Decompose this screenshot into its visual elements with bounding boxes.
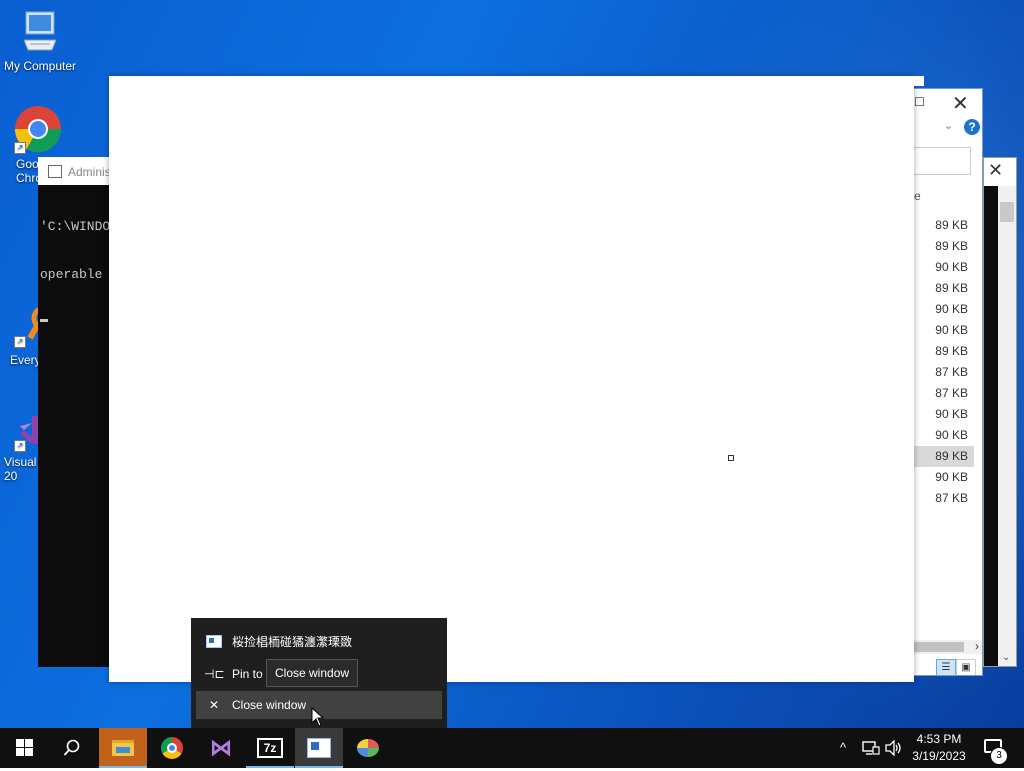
console-titlebar: Adminis	[38, 157, 118, 185]
shortcut-arrow-icon: ↗	[14, 142, 26, 154]
mouse-cursor-icon	[311, 707, 325, 727]
file-size-cell[interactable]: 89 KB	[914, 278, 974, 299]
window-edge	[914, 76, 924, 86]
console-line: operable	[40, 267, 111, 282]
taskbar: ⋈ 7z ^ 4:53 PM 3/19/2023 3	[0, 728, 1024, 768]
file-size-cell[interactable]: 89 KB	[914, 446, 974, 467]
taskbar-app[interactable]	[295, 728, 343, 768]
console-output: 'C:\WINDO operable	[38, 185, 118, 354]
windows-logo-icon	[15, 739, 33, 757]
details-view-icon[interactable]: ☰	[936, 659, 956, 675]
app-window-icon	[307, 737, 331, 758]
search-input[interactable]	[914, 147, 971, 175]
file-size-list: 89 KB 89 KB 90 KB 89 KB 90 KB 90 KB 89 KB 87 KB…	[914, 215, 974, 509]
jumplist-pin-label: Pin to	[232, 667, 263, 681]
close-icon: ✕	[208, 698, 220, 712]
taskbar-paint[interactable]	[344, 728, 392, 768]
console-icon	[48, 165, 62, 178]
scrollbar-thumb[interactable]	[1000, 202, 1014, 222]
folder-icon	[112, 739, 134, 756]
jumplist-close-label: Close window	[232, 698, 307, 712]
chevron-down-icon[interactable]: ⌄	[944, 119, 953, 132]
app-window-icon	[204, 628, 224, 656]
clock-date: 3/19/2023	[912, 749, 966, 763]
visual-studio-icon: ⋈	[210, 735, 232, 760]
maximize-button[interactable]: ☐	[914, 95, 925, 109]
chevron-right-icon[interactable]: ›	[975, 639, 979, 653]
taskbar-file-explorer[interactable]	[99, 728, 147, 768]
console-line: 'C:\WINDO	[40, 219, 111, 234]
file-size-cell[interactable]: 90 KB	[914, 467, 974, 488]
file-size-cell[interactable]: 90 KB	[914, 404, 974, 425]
blank-app-window[interactable]	[109, 76, 924, 682]
explorer-titlebar: ☐ ✕	[914, 89, 982, 117]
close-button[interactable]: ✕	[952, 91, 969, 116]
7zip-icon: 7z	[257, 737, 283, 758]
jumplist-app-name: 桜捡椙栭碰獝瀍瀿瑮敪	[232, 635, 353, 649]
shortcut-arrow-icon: ↗	[14, 440, 26, 452]
background-window[interactable]: ✕ ⌄	[983, 157, 1017, 667]
chrome-icon	[161, 736, 183, 759]
vertical-scrollbar[interactable]	[998, 186, 1016, 666]
taskbar-chrome[interactable]	[148, 728, 196, 768]
jumplist-app-item[interactable]: 桜捡椙栭碰獝瀍瀿瑮敪	[196, 628, 442, 656]
clock-time: 4:53 PM	[916, 732, 962, 746]
network-icon[interactable]	[862, 740, 880, 756]
resize-handle[interactable]	[728, 455, 734, 461]
console-background	[984, 186, 998, 666]
search-icon	[63, 739, 80, 756]
search-button[interactable]	[48, 728, 96, 768]
ribbon-row: ⌄ ?	[914, 117, 982, 139]
notification-count-badge: 3	[990, 747, 1008, 765]
tooltip: Close window	[266, 659, 359, 687]
pin-icon: ⊣⊏	[204, 667, 225, 681]
file-size-cell[interactable]: 90 KB	[914, 320, 974, 341]
desktop-icon-label: My Computer	[3, 59, 77, 73]
column-header-size[interactable]: e	[914, 189, 921, 203]
view-buttons: ☰ ▣	[936, 657, 976, 675]
chevron-down-icon[interactable]: ⌄	[1002, 652, 1010, 663]
taskbar-visual-studio[interactable]: ⋈	[197, 728, 245, 768]
desktop: My Computer ↗ Goo Chro ↗ Every ↗ Visual …	[0, 0, 1024, 728]
file-size-cell[interactable]: 89 KB	[914, 215, 974, 236]
close-icon[interactable]: ✕	[988, 160, 1003, 181]
computer-icon	[23, 11, 57, 51]
desktop-icon-my-computer[interactable]: My Computer	[0, 10, 80, 73]
file-size-cell[interactable]: 90 KB	[914, 425, 974, 446]
scrollbar-thumb[interactable]	[914, 642, 964, 652]
horizontal-scrollbar[interactable]: ›	[914, 639, 982, 654]
help-icon[interactable]: ?	[964, 119, 980, 135]
file-size-cell[interactable]: 87 KB	[914, 488, 974, 509]
file-size-cell[interactable]: 87 KB	[914, 362, 974, 383]
file-size-cell[interactable]: 90 KB	[914, 257, 974, 278]
system-clock[interactable]: 4:53 PM 3/19/2023	[908, 731, 970, 765]
file-size-cell[interactable]: 89 KB	[914, 341, 974, 362]
volume-icon[interactable]	[885, 740, 903, 756]
shortcut-arrow-icon: ↗	[14, 336, 26, 348]
console-title: Adminis	[68, 165, 111, 179]
file-size-cell[interactable]: 87 KB	[914, 383, 974, 404]
show-hidden-icons-chevron-icon[interactable]: ^	[840, 728, 846, 768]
taskbar-7zip[interactable]: 7z	[246, 728, 294, 768]
text-cursor	[40, 319, 48, 322]
large-icons-view-icon[interactable]: ▣	[956, 659, 976, 675]
console-window[interactable]: Adminis 'C:\WINDO operable	[38, 157, 118, 667]
file-size-cell[interactable]: 90 KB	[914, 299, 974, 320]
start-button[interactable]	[0, 728, 48, 768]
explorer-window[interactable]: ☐ ✕ ⌄ ? e 89 KB 89 KB 90 KB 89 KB 90 KB 90 KB…	[913, 88, 983, 676]
paint-icon	[357, 738, 379, 757]
file-size-cell[interactable]: 89 KB	[914, 236, 974, 257]
